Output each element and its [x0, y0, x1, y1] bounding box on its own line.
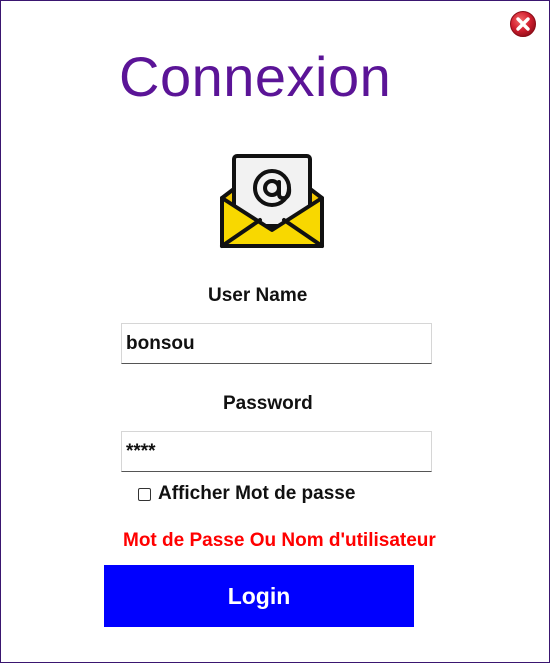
close-button[interactable] — [509, 10, 537, 38]
username-label: User Name — [208, 285, 308, 306]
password-label: Password — [223, 393, 313, 414]
show-password-checkbox[interactable] — [138, 487, 151, 501]
show-password-toggle[interactable]: Afficher Mot de passe — [138, 483, 355, 505]
username-input[interactable] — [121, 323, 432, 364]
show-password-label: Afficher Mot de passe — [158, 483, 356, 504]
login-window: Connexion User Name Password Afficher Mo… — [0, 0, 550, 663]
email-envelope-icon — [216, 146, 328, 254]
error-message: Mot de Passe Ou Nom d'utilisateur — [123, 530, 436, 551]
close-icon — [510, 11, 536, 37]
page-title: Connexion — [119, 45, 392, 108]
login-button[interactable]: Login — [104, 565, 414, 627]
password-input[interactable] — [121, 431, 432, 472]
